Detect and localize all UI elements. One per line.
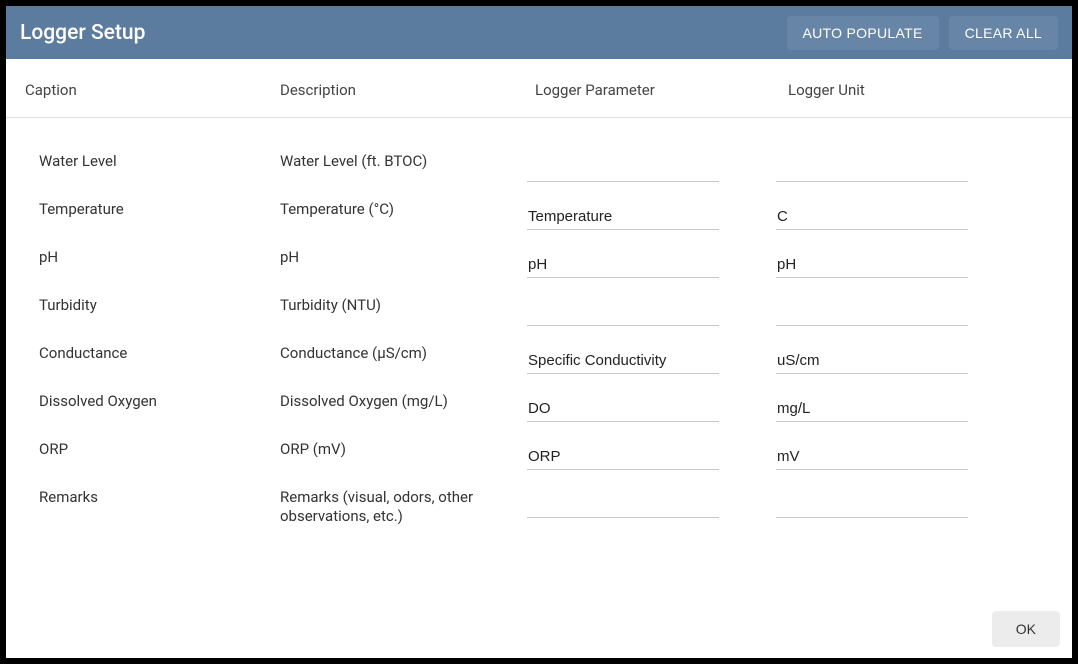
caption-cell: pH — [39, 242, 280, 267]
description-cell: Dissolved Oxygen (mg/L) — [280, 386, 527, 411]
column-headers: Caption Description Logger Parameter Log… — [6, 59, 1072, 118]
logger-unit-cell — [776, 338, 1056, 374]
rows-container: Water LevelWater Level (ft. BTOC)Tempera… — [6, 118, 1072, 600]
logger-unit-input[interactable] — [776, 204, 968, 230]
logger-parameter-input[interactable] — [527, 252, 719, 278]
description-cell: Remarks (visual, odors, other observatio… — [280, 482, 527, 526]
logger-unit-input[interactable] — [776, 396, 968, 422]
logger-unit-cell — [776, 386, 1056, 422]
description-cell: Conductance (µS/cm) — [280, 338, 527, 363]
logger-unit-cell — [776, 194, 1056, 230]
table-row: ConductanceConductance (µS/cm) — [39, 338, 1056, 386]
caption-cell: Turbidity — [39, 290, 280, 315]
description-cell: pH — [280, 242, 527, 267]
logger-parameter-input[interactable] — [527, 348, 719, 374]
description-cell: ORP (mV) — [280, 434, 527, 459]
logger-parameter-input[interactable] — [527, 204, 719, 230]
logger-parameter-cell — [527, 242, 776, 278]
caption-cell: Water Level — [39, 146, 280, 171]
dialog-title: Logger Setup — [20, 21, 777, 45]
ok-button[interactable]: OK — [992, 611, 1060, 647]
logger-unit-input[interactable] — [776, 492, 968, 518]
table-row: RemarksRemarks (visual, odors, other obs… — [39, 482, 1056, 530]
logger-unit-input[interactable] — [776, 348, 968, 374]
logger-parameter-cell — [527, 434, 776, 470]
column-header-description: Description — [280, 81, 535, 99]
description-cell: Temperature (°C) — [280, 194, 527, 219]
column-header-logger-unit: Logger Unit — [788, 81, 1056, 99]
logger-setup-dialog: Logger Setup AUTO POPULATE CLEAR ALL Cap… — [6, 6, 1072, 658]
caption-cell: ORP — [39, 434, 280, 459]
caption-cell: Dissolved Oxygen — [39, 386, 280, 411]
description-cell: Water Level (ft. BTOC) — [280, 146, 527, 171]
table-row: ORPORP (mV) — [39, 434, 1056, 482]
logger-parameter-input[interactable] — [527, 444, 719, 470]
logger-unit-cell — [776, 242, 1056, 278]
caption-cell: Conductance — [39, 338, 280, 363]
dialog-header: Logger Setup AUTO POPULATE CLEAR ALL — [6, 6, 1072, 59]
logger-unit-input[interactable] — [776, 156, 968, 182]
logger-parameter-input[interactable] — [527, 300, 719, 326]
logger-parameter-cell — [527, 338, 776, 374]
logger-unit-cell — [776, 290, 1056, 326]
auto-populate-button[interactable]: AUTO POPULATE — [787, 16, 939, 50]
logger-parameter-input[interactable] — [527, 396, 719, 422]
logger-unit-input[interactable] — [776, 444, 968, 470]
logger-parameter-cell — [527, 290, 776, 326]
logger-unit-cell — [776, 434, 1056, 470]
column-header-caption: Caption — [25, 81, 280, 99]
column-header-logger-parameter: Logger Parameter — [535, 81, 788, 99]
description-cell: Turbidity (NTU) — [280, 290, 527, 315]
logger-parameter-cell — [527, 146, 776, 182]
logger-parameter-cell — [527, 482, 776, 518]
caption-cell: Temperature — [39, 194, 280, 219]
logger-parameter-cell — [527, 386, 776, 422]
table-row: pHpH — [39, 242, 1056, 290]
caption-cell: Remarks — [39, 482, 280, 507]
logger-unit-cell — [776, 146, 1056, 182]
logger-parameter-input[interactable] — [527, 156, 719, 182]
logger-unit-input[interactable] — [776, 300, 968, 326]
table-row: Water LevelWater Level (ft. BTOC) — [39, 146, 1056, 194]
logger-parameter-input[interactable] — [527, 492, 719, 518]
logger-parameter-cell — [527, 194, 776, 230]
dialog-footer: OK — [6, 600, 1072, 658]
clear-all-button[interactable]: CLEAR ALL — [949, 16, 1058, 50]
table-row: TurbidityTurbidity (NTU) — [39, 290, 1056, 338]
logger-unit-cell — [776, 482, 1056, 518]
table-row: Dissolved OxygenDissolved Oxygen (mg/L) — [39, 386, 1056, 434]
logger-unit-input[interactable] — [776, 252, 968, 278]
table-row: TemperatureTemperature (°C) — [39, 194, 1056, 242]
